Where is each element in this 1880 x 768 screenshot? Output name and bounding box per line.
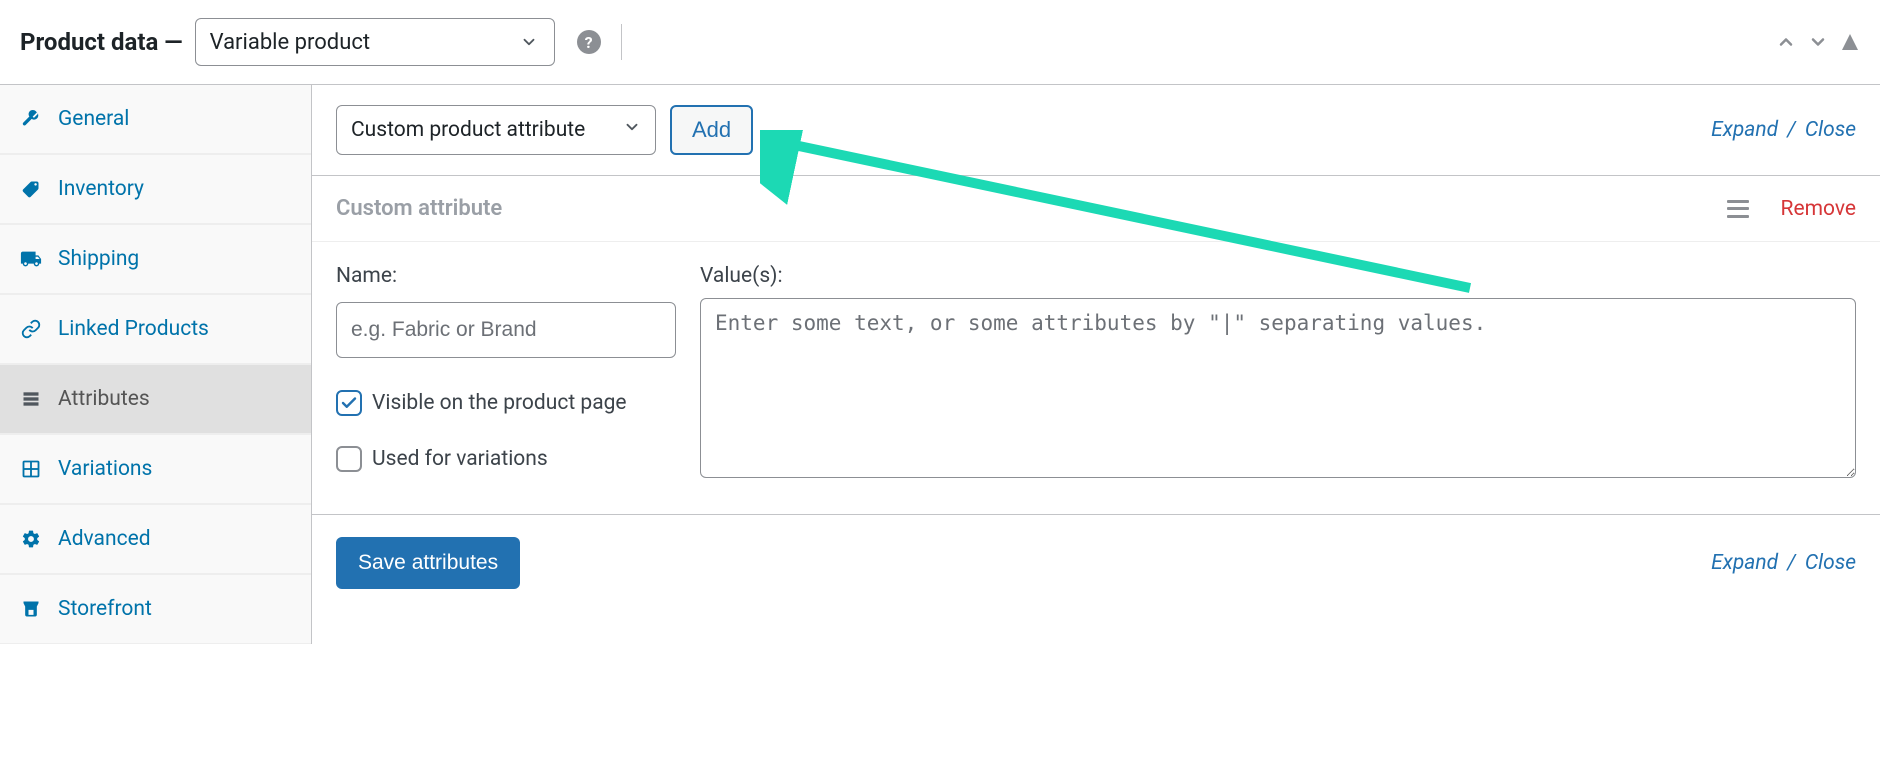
separator: / xyxy=(1787,118,1801,142)
sidebar: General Inventory Shipping Linked Produc… xyxy=(0,85,312,644)
attribute-panel: Custom attribute Remove Name: xyxy=(312,176,1880,515)
chevron-down-icon xyxy=(623,118,641,142)
attributes-toolbar: Custom product attribute Add Expand / Cl… xyxy=(312,85,1880,176)
attribute-type-select[interactable]: Custom product attribute xyxy=(336,105,656,155)
sidebar-item-label: Advanced xyxy=(58,527,151,551)
header-collapse-controls xyxy=(1776,32,1860,52)
attribute-type-value: Custom product attribute xyxy=(351,118,585,142)
tag-icon xyxy=(20,178,42,200)
expand-link[interactable]: Expand xyxy=(1711,551,1778,575)
product-type-value: Variable product xyxy=(210,30,370,55)
name-label: Name: xyxy=(336,264,676,288)
sidebar-item-advanced[interactable]: Advanced xyxy=(0,504,311,574)
sidebar-item-storefront[interactable]: Storefront xyxy=(0,574,311,644)
attribute-name-input[interactable] xyxy=(336,302,676,358)
close-link[interactable]: Close xyxy=(1805,551,1856,575)
panel-title: Product data — xyxy=(20,28,183,56)
attributes-content: Custom product attribute Add Expand / Cl… xyxy=(312,85,1880,644)
truck-icon xyxy=(20,248,42,270)
help-icon[interactable]: ? xyxy=(577,30,601,54)
used-for-variations-label: Used for variations xyxy=(372,447,548,471)
gear-icon xyxy=(20,528,42,550)
attribute-panel-body: Name: Visible on the product page xyxy=(312,242,1880,514)
panel-toggle-icon[interactable] xyxy=(1840,32,1860,52)
remove-attribute-link[interactable]: Remove xyxy=(1781,197,1857,221)
sidebar-item-general[interactable]: General xyxy=(0,85,311,154)
sidebar-item-linked-products[interactable]: Linked Products xyxy=(0,294,311,364)
sidebar-item-label: Attributes xyxy=(58,387,150,411)
add-attribute-button[interactable]: Add xyxy=(670,105,753,155)
chevron-down-icon xyxy=(518,31,540,53)
sidebar-item-label: Storefront xyxy=(58,597,152,621)
panel-down-icon[interactable] xyxy=(1808,32,1828,52)
sidebar-item-label: Inventory xyxy=(58,177,144,201)
list-icon xyxy=(20,388,42,410)
main: General Inventory Shipping Linked Produc… xyxy=(0,85,1880,644)
attributes-bottom-toolbar: Save attributes Expand / Close xyxy=(312,515,1880,611)
sidebar-item-attributes[interactable]: Attributes xyxy=(0,364,311,434)
attribute-panel-title: Custom attribute xyxy=(336,196,502,221)
sidebar-item-shipping[interactable]: Shipping xyxy=(0,224,311,294)
sidebar-item-label: General xyxy=(58,107,129,131)
sidebar-item-inventory[interactable]: Inventory xyxy=(0,154,311,224)
header-divider xyxy=(621,24,622,60)
used-for-variations-checkbox[interactable] xyxy=(336,446,362,472)
values-label: Value(s): xyxy=(700,264,1856,288)
product-type-select[interactable]: Variable product xyxy=(195,18,555,66)
panel-header: Product data — Variable product ? xyxy=(0,0,1880,85)
attribute-panel-header: Custom attribute Remove xyxy=(312,176,1880,242)
sidebar-item-label: Shipping xyxy=(58,247,139,271)
sidebar-item-label: Variations xyxy=(58,457,152,481)
save-attributes-button[interactable]: Save attributes xyxy=(336,537,520,589)
link-icon xyxy=(20,318,42,340)
visible-checkbox[interactable] xyxy=(336,390,362,416)
separator: / xyxy=(1787,551,1801,575)
expand-close-top: Expand / Close xyxy=(1711,118,1856,142)
attribute-values-textarea[interactable] xyxy=(700,298,1856,478)
store-icon xyxy=(20,598,42,620)
expand-link[interactable]: Expand xyxy=(1711,118,1778,142)
grid-icon xyxy=(20,458,42,480)
visible-checkbox-label: Visible on the product page xyxy=(372,391,627,415)
expand-close-bottom: Expand / Close xyxy=(1711,551,1856,575)
close-link[interactable]: Close xyxy=(1805,118,1856,142)
wrench-icon xyxy=(20,108,42,130)
drag-handle-icon[interactable] xyxy=(1727,200,1749,218)
panel-up-icon[interactable] xyxy=(1776,32,1796,52)
sidebar-item-label: Linked Products xyxy=(58,317,209,341)
sidebar-item-variations[interactable]: Variations xyxy=(0,434,311,504)
